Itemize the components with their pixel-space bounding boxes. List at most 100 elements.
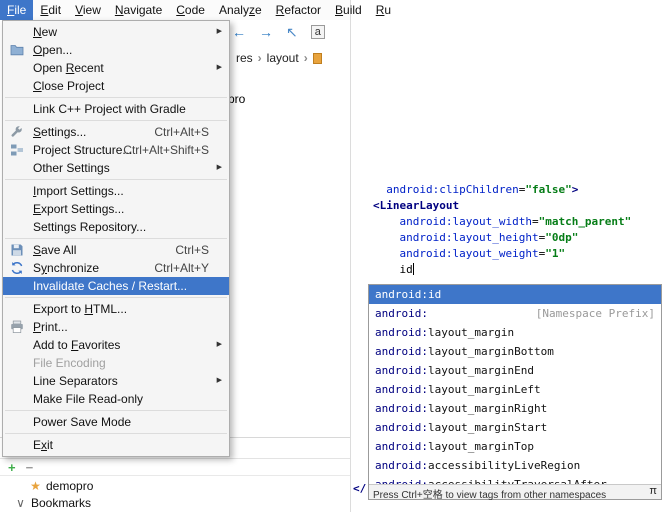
menubar-item-refactor[interactable]: Refactor xyxy=(269,0,328,20)
code-line[interactable]: android:layout_height="0dp" xyxy=(373,230,579,245)
menu-item-open-recent[interactable]: Open Recent ▶ xyxy=(3,59,229,77)
completion-item-android-layout-margin[interactable]: android:layout_margin xyxy=(369,323,661,342)
menu-item-label: Exit xyxy=(33,438,54,452)
code-segment: > xyxy=(571,183,579,196)
menu-item-label: Open Recent xyxy=(33,61,104,75)
completion-item-android-accessibilityliveregion[interactable]: android:accessibilityLiveRegion xyxy=(369,456,661,475)
code-segment: <LinearLayout xyxy=(373,199,460,212)
completion-item-android-layout-marginbottom[interactable]: android:layout_marginBottom xyxy=(369,342,661,361)
namespace-prefix: android: xyxy=(375,288,428,301)
recent-location-icon[interactable]: ↖ xyxy=(286,24,298,40)
menu-item-power-save-mode[interactable]: Power Save Mode xyxy=(3,413,229,431)
menu-item-label: File Encoding xyxy=(33,356,106,370)
menu-separator xyxy=(5,433,227,434)
menubar-item-view[interactable]: View xyxy=(68,0,108,20)
menubar-item-file[interactable]: File xyxy=(0,0,34,20)
completion-text: layout_marginTop xyxy=(427,440,534,453)
namespace-prefix: android: xyxy=(375,345,428,358)
completion-item-android-accessibilitytraversalafter[interactable]: android:accessibilityTraversalAfter xyxy=(369,475,661,484)
menu-item-make-file-read-only[interactable]: Make File Read-only xyxy=(3,390,229,408)
breadcrumb-item-layout[interactable]: layout xyxy=(267,51,299,65)
submenu-arrow-icon: ▶ xyxy=(216,64,222,71)
completion-item-android-layout-marginleft[interactable]: android:layout_marginLeft xyxy=(369,380,661,399)
menu-item-label: Import Settings... xyxy=(33,184,124,198)
submenu-arrow-icon: ▶ xyxy=(216,164,222,171)
code-line[interactable]: android:layout_width="match_parent" xyxy=(373,214,632,229)
menubar-item-code[interactable]: Code xyxy=(169,0,212,20)
breadcrumb-item-res[interactable]: res xyxy=(236,51,253,65)
menu-item-import-settings[interactable]: Import Settings... xyxy=(3,182,229,200)
code-line[interactable]: id xyxy=(373,262,414,277)
menubar: File Edit View Navigate Code Analyze Refactor B… xyxy=(0,0,391,20)
settings-icon xyxy=(10,125,24,139)
completion-item-android[interactable]: android: [Namespace Prefix] xyxy=(369,304,661,323)
menu-item-add-to-favorites[interactable]: Add to Favorites ▶ xyxy=(3,336,229,354)
add-button[interactable]: + xyxy=(8,461,16,474)
code-line[interactable]: android:clipChildren="false"> xyxy=(373,182,578,197)
code-segment: android:layout_weight xyxy=(399,247,539,260)
completion-item-android-layout-marginright[interactable]: android:layout_marginRight xyxy=(369,399,661,418)
menu-item-label: Add to Favorites xyxy=(33,338,121,352)
text-caret xyxy=(412,263,414,275)
namespace-prefix: android: xyxy=(375,440,428,453)
menu-item-label: Export Settings... xyxy=(33,202,125,216)
menu-separator xyxy=(5,120,227,121)
menubar-item-navigate[interactable]: Navigate xyxy=(108,0,169,20)
select-in-icon[interactable]: a xyxy=(310,25,325,39)
menu-item-file-encoding[interactable]: File Encoding xyxy=(3,354,229,372)
menu-item-export-settings[interactable]: Export Settings... xyxy=(3,200,229,218)
namespace-prefix: android: xyxy=(375,402,428,415)
code-segment: "0dp" xyxy=(545,231,579,244)
menu-item-settings[interactable]: Settings... Ctrl+Alt+S xyxy=(3,123,229,141)
menu-item-invalidate-caches-restart[interactable]: Invalidate Caches / Restart... xyxy=(3,277,229,295)
menubar-item-analyze[interactable]: Analyze xyxy=(212,0,269,20)
remove-button[interactable]: − xyxy=(26,461,34,474)
code-segment: android:layout_height xyxy=(399,231,539,244)
menu-item-print[interactable]: Print... xyxy=(3,318,229,336)
menubar-item-ru[interactable]: Ru xyxy=(369,0,398,20)
completion-text: layout_marginBottom xyxy=(427,345,554,358)
menu-item-settings-repository[interactable]: Settings Repository... xyxy=(3,218,229,236)
menu-item-other-settings[interactable]: Other Settings ▶ xyxy=(3,159,229,177)
completion-text: accessibilityLiveRegion xyxy=(427,459,581,472)
completion-item-android-id[interactable]: android:id xyxy=(369,285,661,304)
menu-item-line-separators[interactable]: Line Separators ▶ xyxy=(3,372,229,390)
favorites-row-demopro[interactable]: ★ demopro xyxy=(0,477,350,494)
menu-item-close-project[interactable]: Close Project xyxy=(3,77,229,95)
xml-file-icon xyxy=(312,52,322,64)
menu-item-exit[interactable]: Exit xyxy=(3,436,229,454)
menu-separator xyxy=(5,97,227,98)
code-segment: android:clipChildren xyxy=(386,183,519,196)
save-icon xyxy=(10,243,24,257)
menu-item-link-c-project-with-gradle[interactable]: Link C++ Project with Gradle xyxy=(3,100,229,118)
menu-item-label: Synchronize xyxy=(33,261,100,275)
favorites-row-bookmarks[interactable]: ∨ Bookmarks xyxy=(0,494,350,511)
completion-list: android:id android: [Namespace Prefix] andr… xyxy=(369,285,661,484)
menu-item-synchronize[interactable]: Synchronize Ctrl+Alt+Y xyxy=(3,259,229,277)
forward-icon[interactable]: → xyxy=(259,24,273,40)
menu-item-project-structure[interactable]: Project Structure... Ctrl+Alt+Shift+S xyxy=(3,141,229,159)
menu-item-export-to-html[interactable]: Export to HTML... xyxy=(3,300,229,318)
completion-item-android-layout-marginend[interactable]: android:layout_marginEnd xyxy=(369,361,661,380)
namespace-prefix: android: xyxy=(375,459,428,472)
menubar-item-build[interactable]: Build xyxy=(328,0,369,20)
menu-item-label: New xyxy=(33,25,58,39)
menu-item-open[interactable]: Open... xyxy=(3,41,229,59)
chevron-expand-icon: ∨ xyxy=(16,495,25,510)
code-line[interactable]: <LinearLayout xyxy=(373,198,459,213)
chevron-right-icon: › xyxy=(257,51,262,65)
completion-item-android-layout-margintop[interactable]: android:layout_marginTop xyxy=(369,437,661,456)
code-line[interactable]: android:layout_weight="1" xyxy=(373,246,566,261)
code-segment: "1" xyxy=(545,247,566,260)
completion-item-android-layout-marginstart[interactable]: android:layout_marginStart xyxy=(369,418,661,437)
menu-item-new[interactable]: New ▶ xyxy=(3,23,229,41)
menu-item-label: Invalidate Caches / Restart... xyxy=(33,279,188,293)
structure-icon xyxy=(10,143,24,157)
menu-item-save-all[interactable]: Save All Ctrl+S xyxy=(3,241,229,259)
menubar-item-edit[interactable]: Edit xyxy=(33,0,68,20)
menu-shortcut: Ctrl+S xyxy=(175,243,209,257)
chevron-right-icon: › xyxy=(303,51,308,65)
back-icon[interactable]: ← xyxy=(232,24,246,40)
